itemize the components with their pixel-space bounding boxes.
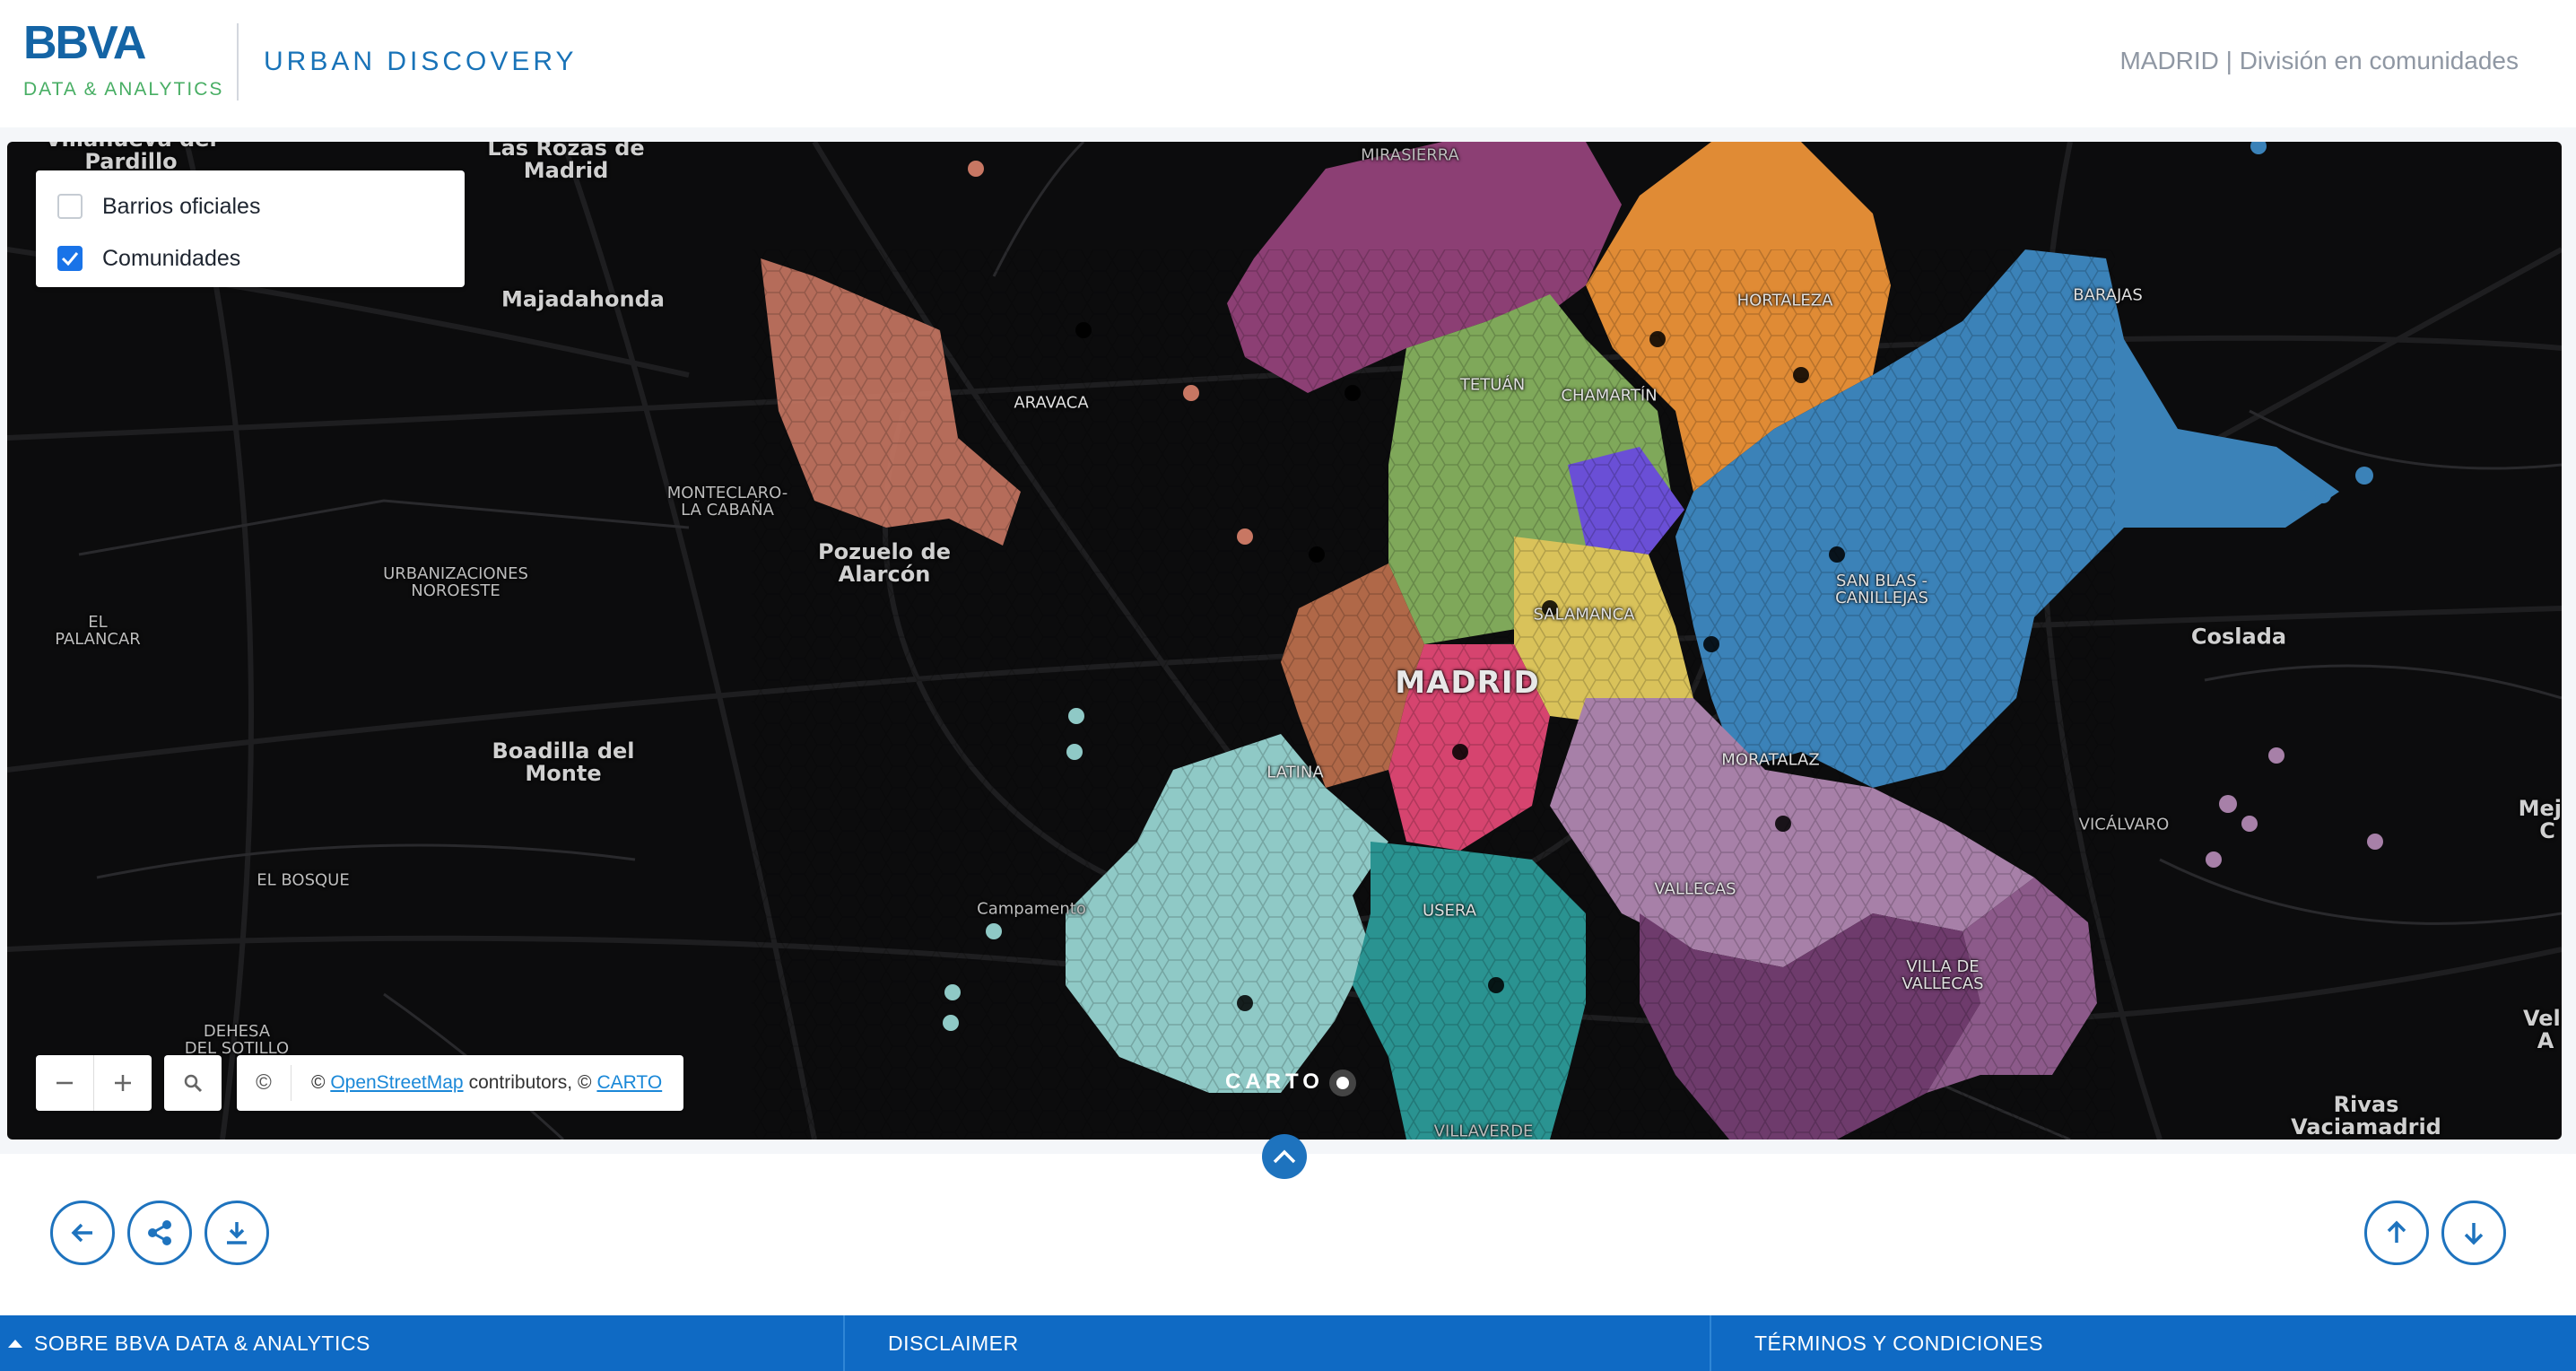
map-label-tetuan: TETUÁN (1459, 375, 1526, 395)
footer-disclaimer-link[interactable]: DISCLAIMER (888, 1315, 1019, 1371)
map-label-latina: LATINA (1266, 763, 1324, 782)
map-label-barajas: BARAJAS (2073, 285, 2143, 305)
map-label-vicalvaro: VICÁLVARO (2078, 815, 2170, 834)
map-label-boadilla: Boadilla del Monte (492, 738, 635, 786)
scroll-down-button[interactable] (2441, 1201, 2506, 1265)
footer-terms-link[interactable]: TÉRMINOS Y CONDICIONES (1754, 1315, 2043, 1371)
attribution-copy: © (311, 1072, 331, 1093)
layer-label-comunidades: Comunidades (102, 245, 241, 271)
caret-up-icon (8, 1340, 22, 1348)
attribution-middle: contributors, © (468, 1072, 592, 1093)
map-label-campamento: Campamento (977, 899, 1086, 919)
comunidades-checkbox[interactable] (57, 246, 83, 271)
app-header: BBVA DATA & ANALYTICS URBAN DISCOVERY MA… (0, 0, 2576, 127)
brand-logo[interactable]: BBVA DATA & ANALYTICS (23, 20, 223, 100)
barrios-checkbox[interactable] (57, 194, 83, 219)
carto-logo-text: CARTO (1225, 1070, 1324, 1094)
back-button[interactable] (50, 1201, 115, 1265)
checkmark-icon (61, 252, 79, 266)
attribution-control: © © OpenStreetMap contributors, © CARTO (237, 1055, 683, 1111)
map-label-urbanizaciones: URBANIZACIONES NOROESTE (383, 564, 528, 600)
scroll-up-button[interactable] (2364, 1201, 2429, 1265)
map-label-hortaleza: HORTALEZA (1736, 291, 1833, 310)
brand-wordmark: BBVA (23, 17, 146, 69)
header-divider (237, 23, 239, 100)
footer-divider (1710, 1315, 1711, 1371)
map-label-usera: USERA (1422, 901, 1477, 921)
site-footer: SOBRE BBVA DATA & ANALYTICS DISCLAIMER T… (0, 1315, 2576, 1371)
map-label-chamartin: CHAMARTÍN (1561, 386, 1658, 406)
arrow-down-icon (2464, 1223, 2484, 1245)
map-label-madrid: MADRID (1395, 665, 1540, 702)
map-label-san-blas: SAN BLAS - CANILLEJAS (1835, 572, 1928, 607)
brand-subtitle: DATA & ANALYTICS (23, 79, 224, 100)
arrow-up-icon (2387, 1220, 2406, 1243)
map-label-villaverde: VILLAVERDE (1433, 1122, 1534, 1140)
map-label-mirasierra: MIRASIERRA (1361, 145, 1459, 165)
carto-link[interactable]: CARTO (596, 1072, 662, 1094)
zoom-control (36, 1055, 152, 1111)
map-label-pozuelo: Pozuelo de Alarcón (818, 538, 951, 587)
share-button[interactable] (127, 1201, 192, 1265)
search-button[interactable] (164, 1055, 222, 1111)
map-label-mejorada: Mejo C (2518, 795, 2562, 843)
map-label-majadahonda: Majadahonda (501, 286, 665, 312)
zoom-out-button[interactable] (36, 1055, 93, 1111)
carto-dot-icon (1336, 1076, 1349, 1089)
share-icon (148, 1220, 171, 1245)
layer-toggle-barrios[interactable]: Barrios oficiales (57, 190, 260, 223)
arrow-left-icon (71, 1223, 92, 1243)
chevron-up-icon (1273, 1149, 1296, 1164)
download-button[interactable] (205, 1201, 269, 1265)
map-label-dehesa: DEHESA DEL SOTILLO (184, 1022, 290, 1058)
layer-label-barrios: Barrios oficiales (102, 193, 261, 219)
map-label-las-rozas: Las Rozas de Madrid (487, 142, 645, 183)
map-label-villa-vallecas: VILLA DE VALLECAS (1902, 957, 1984, 993)
zoom-in-button[interactable] (94, 1055, 152, 1111)
map-canvas[interactable]: Villanueva del Pardillo Las Rozas de Mad… (7, 142, 2562, 1140)
footer-about-label: SOBRE BBVA DATA & ANALYTICS (34, 1331, 370, 1355)
attribution-divider (291, 1065, 292, 1101)
basemap-roads (7, 142, 2562, 1140)
map-label-vallecas: VALLECAS (1654, 879, 1736, 899)
collapse-map-button[interactable] (1262, 1134, 1307, 1179)
map-label-el-palancar: EL PALANCAR (55, 613, 141, 649)
footer-about-link[interactable]: SOBRE BBVA DATA & ANALYTICS (7, 1315, 370, 1371)
search-icon (184, 1074, 203, 1093)
map-label-aravaca: ARAVACA (1014, 393, 1089, 413)
carto-logo: CARTO (1225, 1070, 1349, 1095)
map-label-salamanca: SALAMANCA (1533, 605, 1635, 624)
layer-toggle-comunidades[interactable]: Comunidades (57, 242, 240, 275)
map-label-monteclaro: MONTECLARO- LA CABAÑA (666, 484, 788, 520)
layer-selector-panel: Barrios oficiales Comunidades (36, 170, 465, 287)
plus-icon (115, 1075, 131, 1091)
map-label-villanueva: Villanueva del Pardillo (45, 142, 216, 174)
osm-link[interactable]: OpenStreetMap (330, 1072, 463, 1094)
page-context-title: MADRID | División en comunidades (2119, 47, 2519, 74)
map-label-moratalaz: MORATALAZ (1721, 750, 1820, 770)
map-label-velilla: Veli A (2523, 1005, 2562, 1053)
download-icon (227, 1222, 247, 1244)
app-title[interactable]: URBAN DISCOVERY (264, 47, 578, 77)
minus-icon (57, 1081, 73, 1085)
map-label-coslada: Coslada (2190, 624, 2287, 650)
map-label-rivas: Rivas Vaciamadrid (2291, 1091, 2441, 1140)
attribution-toggle-icon[interactable]: © (237, 1070, 291, 1096)
footer-divider (843, 1315, 845, 1371)
map-label-el-bosque: EL BOSQUE (257, 870, 350, 890)
